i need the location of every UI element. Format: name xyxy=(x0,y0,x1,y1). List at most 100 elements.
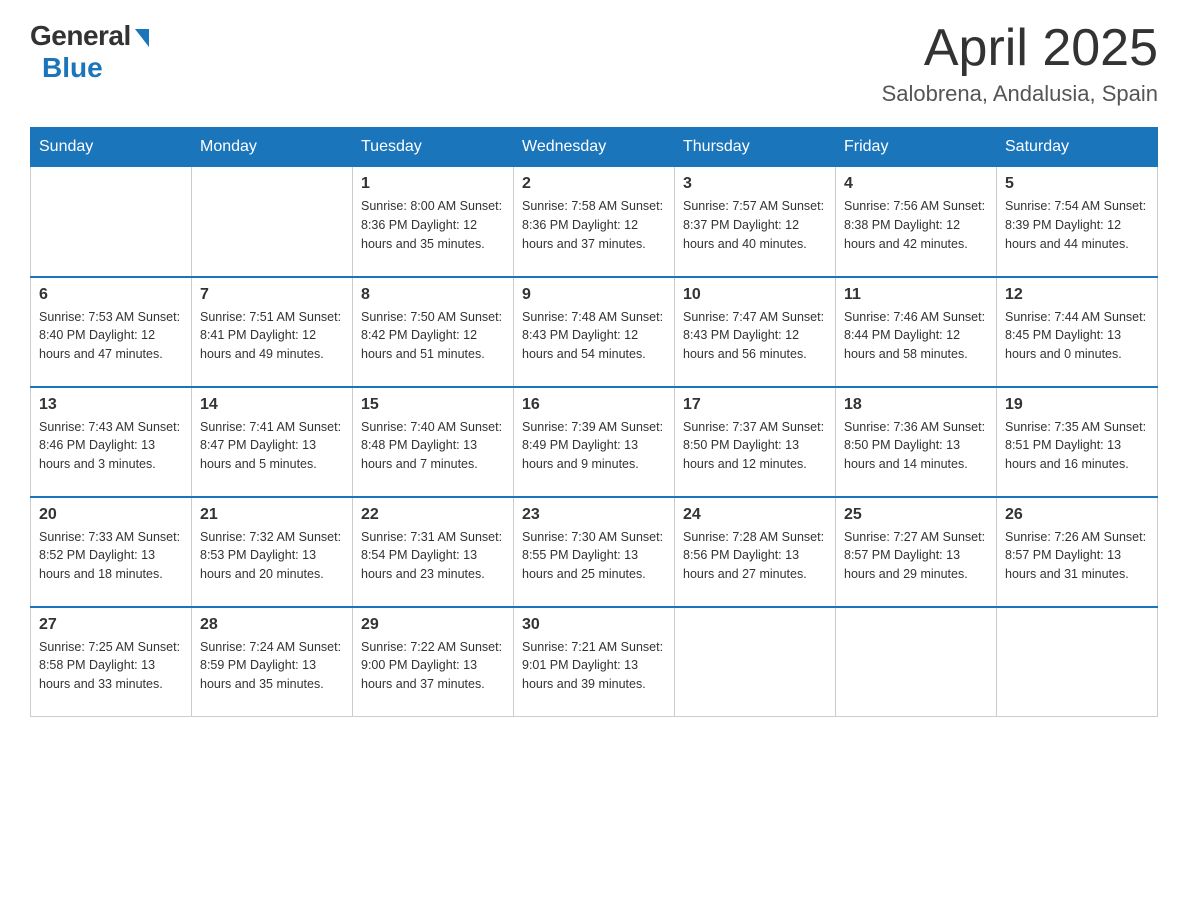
day-info: Sunrise: 7:22 AM Sunset: 9:00 PM Dayligh… xyxy=(361,638,505,694)
calendar-cell: 7 Sunrise: 7:51 AM Sunset: 8:41 PM Daylig… xyxy=(192,277,353,387)
day-number: 9 xyxy=(522,286,666,304)
calendar-week-row: 6 Sunrise: 7:53 AM Sunset: 8:40 PM Daylig… xyxy=(31,277,1158,387)
calendar-cell: 4 Sunrise: 7:56 AM Sunset: 8:38 PM Daylig… xyxy=(836,167,997,277)
day-number: 20 xyxy=(39,506,183,524)
day-number: 8 xyxy=(361,286,505,304)
day-number: 24 xyxy=(683,506,827,524)
day-info: Sunrise: 7:48 AM Sunset: 8:43 PM Dayligh… xyxy=(522,308,666,364)
calendar-cell: 25Sunrise: 7:27 AM Sunset: 8:57 PM Dayli… xyxy=(836,497,997,607)
day-number: 6 xyxy=(39,286,183,304)
calendar-cell: 15Sunrise: 7:40 AM Sunset: 8:48 PM Dayli… xyxy=(353,387,514,497)
day-number: 1 xyxy=(361,175,505,193)
calendar-cell: 26 Sunrise: 7:26 AM Sunset: 8:57 PM Dayli… xyxy=(997,497,1158,607)
calendar-cell: 5 Sunrise: 7:54 AM Sunset: 8:39 PM Daylig… xyxy=(997,167,1158,277)
logo-general-text: General xyxy=(30,20,131,52)
calendar-week-row: 1 Sunrise: 8:00 AM Sunset: 8:36 PM Daylig… xyxy=(31,167,1158,277)
day-number: 18 xyxy=(844,396,988,414)
location-title: Salobrena, Andalusia, Spain xyxy=(882,81,1158,107)
day-info: Sunrise: 7:53 AM Sunset: 8:40 PM Dayligh… xyxy=(39,308,183,364)
day-info: Sunrise: 7:58 AM Sunset: 8:36 PM Dayligh… xyxy=(522,197,666,253)
day-info: Sunrise: 7:39 AM Sunset: 8:49 PM Dayligh… xyxy=(522,418,666,474)
calendar-cell: 1 Sunrise: 8:00 AM Sunset: 8:36 PM Daylig… xyxy=(353,167,514,277)
calendar-cell: 8Sunrise: 7:50 AM Sunset: 8:42 PM Daylig… xyxy=(353,277,514,387)
logo-blue-text: Blue xyxy=(42,52,103,84)
calendar-day-header: Thursday xyxy=(675,128,836,167)
day-number: 19 xyxy=(1005,396,1149,414)
calendar-day-header: Wednesday xyxy=(514,128,675,167)
day-number: 14 xyxy=(200,396,344,414)
calendar-day-header: Friday xyxy=(836,128,997,167)
day-info: Sunrise: 7:33 AM Sunset: 8:52 PM Dayligh… xyxy=(39,528,183,584)
calendar-cell: 27 Sunrise: 7:25 AM Sunset: 8:58 PM Dayli… xyxy=(31,607,192,717)
day-number: 21 xyxy=(200,506,344,524)
day-info: Sunrise: 7:28 AM Sunset: 8:56 PM Dayligh… xyxy=(683,528,827,584)
calendar-cell: 10 Sunrise: 7:47 AM Sunset: 8:43 PM Dayli… xyxy=(675,277,836,387)
calendar-cell: 2 Sunrise: 7:58 AM Sunset: 8:36 PM Daylig… xyxy=(514,167,675,277)
calendar-cell: 9 Sunrise: 7:48 AM Sunset: 8:43 PM Daylig… xyxy=(514,277,675,387)
day-number: 17 xyxy=(683,396,827,414)
day-info: Sunrise: 7:51 AM Sunset: 8:41 PM Dayligh… xyxy=(200,308,344,364)
day-info: Sunrise: 7:21 AM Sunset: 9:01 PM Dayligh… xyxy=(522,638,666,694)
day-number: 26 xyxy=(1005,506,1149,524)
day-info: Sunrise: 7:41 AM Sunset: 8:47 PM Dayligh… xyxy=(200,418,344,474)
calendar-day-header: Saturday xyxy=(997,128,1158,167)
calendar-cell xyxy=(31,167,192,277)
logo: General Blue xyxy=(30,20,149,84)
calendar-day-header: Tuesday xyxy=(353,128,514,167)
day-number: 12 xyxy=(1005,286,1149,304)
day-info: Sunrise: 7:47 AM Sunset: 8:43 PM Dayligh… xyxy=(683,308,827,364)
calendar-cell: 29Sunrise: 7:22 AM Sunset: 9:00 PM Dayli… xyxy=(353,607,514,717)
calendar-cell: 21 Sunrise: 7:32 AM Sunset: 8:53 PM Dayli… xyxy=(192,497,353,607)
calendar-cell: 14 Sunrise: 7:41 AM Sunset: 8:47 PM Dayli… xyxy=(192,387,353,497)
day-number: 7 xyxy=(200,286,344,304)
day-info: Sunrise: 8:00 AM Sunset: 8:36 PM Dayligh… xyxy=(361,197,505,253)
calendar-cell: 23Sunrise: 7:30 AM Sunset: 8:55 PM Dayli… xyxy=(514,497,675,607)
day-number: 10 xyxy=(683,286,827,304)
day-number: 27 xyxy=(39,616,183,634)
day-info: Sunrise: 7:46 AM Sunset: 8:44 PM Dayligh… xyxy=(844,308,988,364)
day-info: Sunrise: 7:44 AM Sunset: 8:45 PM Dayligh… xyxy=(1005,308,1149,364)
calendar-cell: 11 Sunrise: 7:46 AM Sunset: 8:44 PM Dayli… xyxy=(836,277,997,387)
logo-arrow-icon xyxy=(135,29,149,47)
calendar-cell xyxy=(836,607,997,717)
calendar-day-header: Sunday xyxy=(31,128,192,167)
header: General Blue April 2025 Salobrena, Andal… xyxy=(30,20,1158,107)
calendar-week-row: 20 Sunrise: 7:33 AM Sunset: 8:52 PM Dayli… xyxy=(31,497,1158,607)
day-number: 30 xyxy=(522,616,666,634)
day-number: 5 xyxy=(1005,175,1149,193)
calendar-cell xyxy=(997,607,1158,717)
day-info: Sunrise: 7:31 AM Sunset: 8:54 PM Dayligh… xyxy=(361,528,505,584)
day-number: 16 xyxy=(522,396,666,414)
day-number: 23 xyxy=(522,506,666,524)
day-info: Sunrise: 7:54 AM Sunset: 8:39 PM Dayligh… xyxy=(1005,197,1149,253)
calendar-week-row: 13 Sunrise: 7:43 AM Sunset: 8:46 PM Dayli… xyxy=(31,387,1158,497)
day-number: 4 xyxy=(844,175,988,193)
month-title: April 2025 xyxy=(882,20,1158,77)
calendar-cell: 22 Sunrise: 7:31 AM Sunset: 8:54 PM Dayli… xyxy=(353,497,514,607)
calendar-cell: 13 Sunrise: 7:43 AM Sunset: 8:46 PM Dayli… xyxy=(31,387,192,497)
calendar-cell xyxy=(192,167,353,277)
calendar-cell xyxy=(675,607,836,717)
calendar-cell: 17 Sunrise: 7:37 AM Sunset: 8:50 PM Dayli… xyxy=(675,387,836,497)
calendar-cell: 3Sunrise: 7:57 AM Sunset: 8:37 PM Daylig… xyxy=(675,167,836,277)
day-info: Sunrise: 7:35 AM Sunset: 8:51 PM Dayligh… xyxy=(1005,418,1149,474)
day-number: 22 xyxy=(361,506,505,524)
calendar-table: SundayMondayTuesdayWednesdayThursdayFrid… xyxy=(30,127,1158,717)
calendar-cell: 30 Sunrise: 7:21 AM Sunset: 9:01 PM Dayli… xyxy=(514,607,675,717)
calendar-cell: 20 Sunrise: 7:33 AM Sunset: 8:52 PM Dayli… xyxy=(31,497,192,607)
calendar-cell: 16 Sunrise: 7:39 AM Sunset: 8:49 PM Dayli… xyxy=(514,387,675,497)
day-info: Sunrise: 7:56 AM Sunset: 8:38 PM Dayligh… xyxy=(844,197,988,253)
day-number: 15 xyxy=(361,396,505,414)
calendar-cell: 18Sunrise: 7:36 AM Sunset: 8:50 PM Dayli… xyxy=(836,387,997,497)
day-info: Sunrise: 7:57 AM Sunset: 8:37 PM Dayligh… xyxy=(683,197,827,253)
day-number: 2 xyxy=(522,175,666,193)
day-number: 11 xyxy=(844,286,988,304)
day-info: Sunrise: 7:43 AM Sunset: 8:46 PM Dayligh… xyxy=(39,418,183,474)
day-info: Sunrise: 7:32 AM Sunset: 8:53 PM Dayligh… xyxy=(200,528,344,584)
day-info: Sunrise: 7:37 AM Sunset: 8:50 PM Dayligh… xyxy=(683,418,827,474)
calendar-header-row: SundayMondayTuesdayWednesdayThursdayFrid… xyxy=(31,128,1158,167)
day-number: 13 xyxy=(39,396,183,414)
day-info: Sunrise: 7:25 AM Sunset: 8:58 PM Dayligh… xyxy=(39,638,183,694)
day-info: Sunrise: 7:26 AM Sunset: 8:57 PM Dayligh… xyxy=(1005,528,1149,584)
calendar-cell: 28Sunrise: 7:24 AM Sunset: 8:59 PM Dayli… xyxy=(192,607,353,717)
